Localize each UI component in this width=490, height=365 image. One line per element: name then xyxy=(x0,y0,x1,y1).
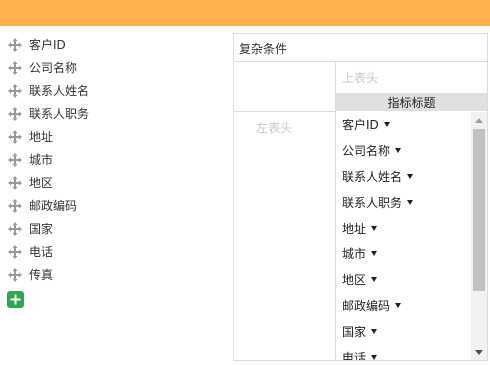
caret-down-icon xyxy=(395,148,402,154)
field-item[interactable]: 地区 xyxy=(7,171,227,194)
field-label: 电话 xyxy=(29,245,54,259)
field-label: 传真 xyxy=(29,268,54,282)
field-item[interactable]: 联系人姓名 xyxy=(7,79,227,102)
dimension-label: 电话 xyxy=(342,350,367,360)
drag-move-icon xyxy=(8,244,22,259)
scroll-up-button[interactable] xyxy=(471,112,487,128)
top-bar xyxy=(0,0,490,26)
vertical-scrollbar[interactable] xyxy=(471,112,487,360)
panel-title: 复杂条件 xyxy=(239,42,288,56)
field-list: 客户ID 公司名称联系人姓名联系人职务地址城市地区邮政编码国家电话传真 xyxy=(7,33,227,286)
drag-move-icon xyxy=(8,129,22,144)
dimension-label: 地址 xyxy=(342,221,367,236)
arrow-down-icon xyxy=(475,349,483,355)
field-item[interactable]: 地址 xyxy=(7,125,227,148)
drag-move-icon xyxy=(8,152,22,167)
divider xyxy=(234,61,487,62)
caret-down-icon xyxy=(383,122,390,128)
dimension-label: 客户ID xyxy=(342,118,379,133)
dimension-dropdown[interactable]: 地址 xyxy=(336,215,470,241)
field-label: 客户ID xyxy=(29,38,66,52)
dimension-label: 地区 xyxy=(342,273,367,288)
dimension-dropdown[interactable]: 联系人职务 xyxy=(336,189,470,215)
dimension-label: 国家 xyxy=(342,324,367,339)
dimension-dropdown[interactable]: 城市 xyxy=(336,241,470,267)
dimension-dropdown[interactable]: 客户ID xyxy=(336,112,470,138)
divider xyxy=(234,111,335,112)
dimension-dropdown[interactable]: 邮政编码 xyxy=(336,293,470,319)
add-field-button[interactable] xyxy=(7,291,24,308)
caret-down-icon xyxy=(407,199,414,205)
arrow-up-icon xyxy=(475,117,483,123)
field-item[interactable]: 客户ID xyxy=(7,33,227,56)
field-item[interactable]: 邮政编码 xyxy=(7,194,227,217)
dimension-dropdown[interactable]: 联系人姓名 xyxy=(336,164,470,190)
scroll-thumb[interactable] xyxy=(473,129,485,291)
field-item[interactable]: 电话 xyxy=(7,240,227,263)
drag-move-icon xyxy=(8,198,22,213)
drag-move-icon xyxy=(8,106,22,121)
field-label: 公司名称 xyxy=(29,61,78,75)
field-item[interactable]: 国家 xyxy=(7,217,227,240)
field-label: 地区 xyxy=(29,176,54,190)
field-label: 国家 xyxy=(29,222,54,236)
caret-down-icon xyxy=(371,251,378,257)
dimension-dropdown[interactable]: 地区 xyxy=(336,267,470,293)
complex-condition-panel: 复杂条件 上表头 指标标题 左表头 客户ID 公司名称联系人姓名联系人职务地址城市… xyxy=(233,33,488,361)
drag-move-icon xyxy=(8,83,22,98)
caret-down-icon xyxy=(371,277,378,283)
field-label: 城市 xyxy=(29,153,54,167)
dimension-label: 邮政编码 xyxy=(342,298,391,313)
metric-title-header[interactable]: 指标标题 xyxy=(336,93,487,111)
field-item[interactable]: 传真 xyxy=(7,263,227,286)
drag-move-icon xyxy=(8,267,22,282)
dimension-label: 联系人职务 xyxy=(342,195,403,210)
dimension-dropdown[interactable]: 国家 xyxy=(336,318,470,344)
dimension-dropdown[interactable]: 公司名称 xyxy=(336,138,470,164)
field-label: 联系人姓名 xyxy=(29,84,90,98)
drag-move-icon xyxy=(8,175,22,190)
dimension-label: 城市 xyxy=(342,247,367,262)
caret-down-icon xyxy=(395,302,402,308)
caret-down-icon xyxy=(371,354,378,360)
top-header-drop-zone[interactable]: 上表头 xyxy=(342,69,378,86)
field-label: 地址 xyxy=(29,130,54,144)
dimension-list: 客户ID 公司名称联系人姓名联系人职务地址城市地区邮政编码国家电话 xyxy=(336,112,470,360)
drag-move-icon xyxy=(8,221,22,236)
caret-down-icon xyxy=(371,225,378,231)
plus-icon xyxy=(10,294,21,305)
dimension-label: 公司名称 xyxy=(342,144,391,159)
field-item[interactable]: 城市 xyxy=(7,148,227,171)
dimension-dropdown[interactable]: 电话 xyxy=(336,344,470,360)
field-label: 联系人职务 xyxy=(29,107,90,121)
left-header-drop-zone[interactable]: 左表头 xyxy=(256,119,292,136)
drag-move-icon xyxy=(8,37,22,52)
field-label: 邮政编码 xyxy=(29,199,78,213)
scroll-down-button[interactable] xyxy=(471,344,487,360)
dimension-label: 联系人姓名 xyxy=(342,169,403,184)
drag-move-icon xyxy=(8,60,22,75)
field-item[interactable]: 公司名称 xyxy=(7,56,227,79)
caret-down-icon xyxy=(407,173,414,179)
caret-down-icon xyxy=(371,328,378,334)
field-item[interactable]: 联系人职务 xyxy=(7,102,227,125)
